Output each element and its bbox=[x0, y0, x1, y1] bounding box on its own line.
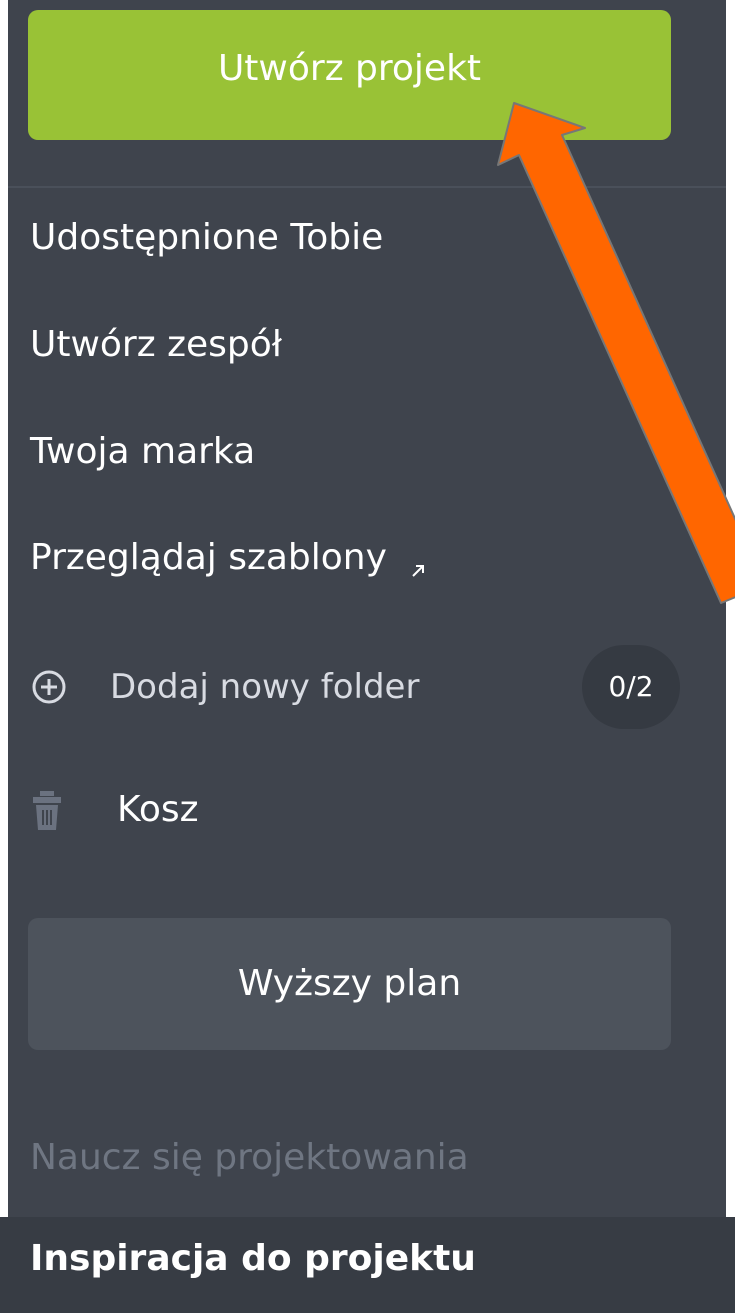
learn-design-link[interactable]: Naucz się projektowania bbox=[30, 1140, 469, 1176]
sidebar-item-label: Utwórz zespół bbox=[30, 324, 282, 365]
sidebar-divider bbox=[8, 186, 726, 188]
sidebar-item-create-team[interactable]: Utwórz zespół bbox=[30, 327, 282, 363]
add-folder-label: Dodaj nowy folder bbox=[110, 667, 420, 707]
design-inspiration-label: Inspiracja do projektu bbox=[30, 1238, 476, 1279]
upgrade-plan-button[interactable]: Wyższy plan bbox=[28, 918, 671, 1050]
create-project-label: Utwórz projekt bbox=[217, 48, 482, 89]
design-inspiration-link[interactable]: Inspiracja do projektu bbox=[30, 1241, 476, 1277]
external-link-icon bbox=[409, 551, 427, 577]
trash-icon bbox=[30, 787, 64, 833]
create-project-button[interactable]: Utwórz projekt bbox=[28, 10, 671, 140]
trash-label: Kosz bbox=[117, 789, 199, 830]
sidebar-item-browse-templates[interactable]: Przeglądaj szablony bbox=[30, 537, 427, 578]
add-folder-row[interactable]: Dodaj nowy folder 0/2 bbox=[30, 645, 680, 729]
sidebar-item-label: Twoja marka bbox=[30, 431, 256, 472]
inspiration-bar: Inspiracja do projektu bbox=[0, 1217, 735, 1313]
sidebar-item-brand[interactable]: Twoja marka bbox=[30, 434, 255, 470]
sidebar-item-shared-with-you[interactable]: Udostępnione Tobie bbox=[30, 220, 383, 256]
plus-circle-icon bbox=[30, 668, 68, 706]
sidebar-item-label: Udostępnione Tobie bbox=[30, 217, 384, 258]
upgrade-plan-label: Wyższy plan bbox=[237, 963, 462, 1004]
trash-row[interactable]: Kosz bbox=[30, 760, 199, 860]
sidebar-item-label: Przeglądaj szablony bbox=[30, 537, 387, 578]
folder-count-badge: 0/2 bbox=[582, 645, 680, 729]
sidebar: Utwórz projekt Udostępnione Tobie Utwórz… bbox=[8, 0, 726, 1313]
learn-design-label: Naucz się projektowania bbox=[30, 1137, 469, 1178]
